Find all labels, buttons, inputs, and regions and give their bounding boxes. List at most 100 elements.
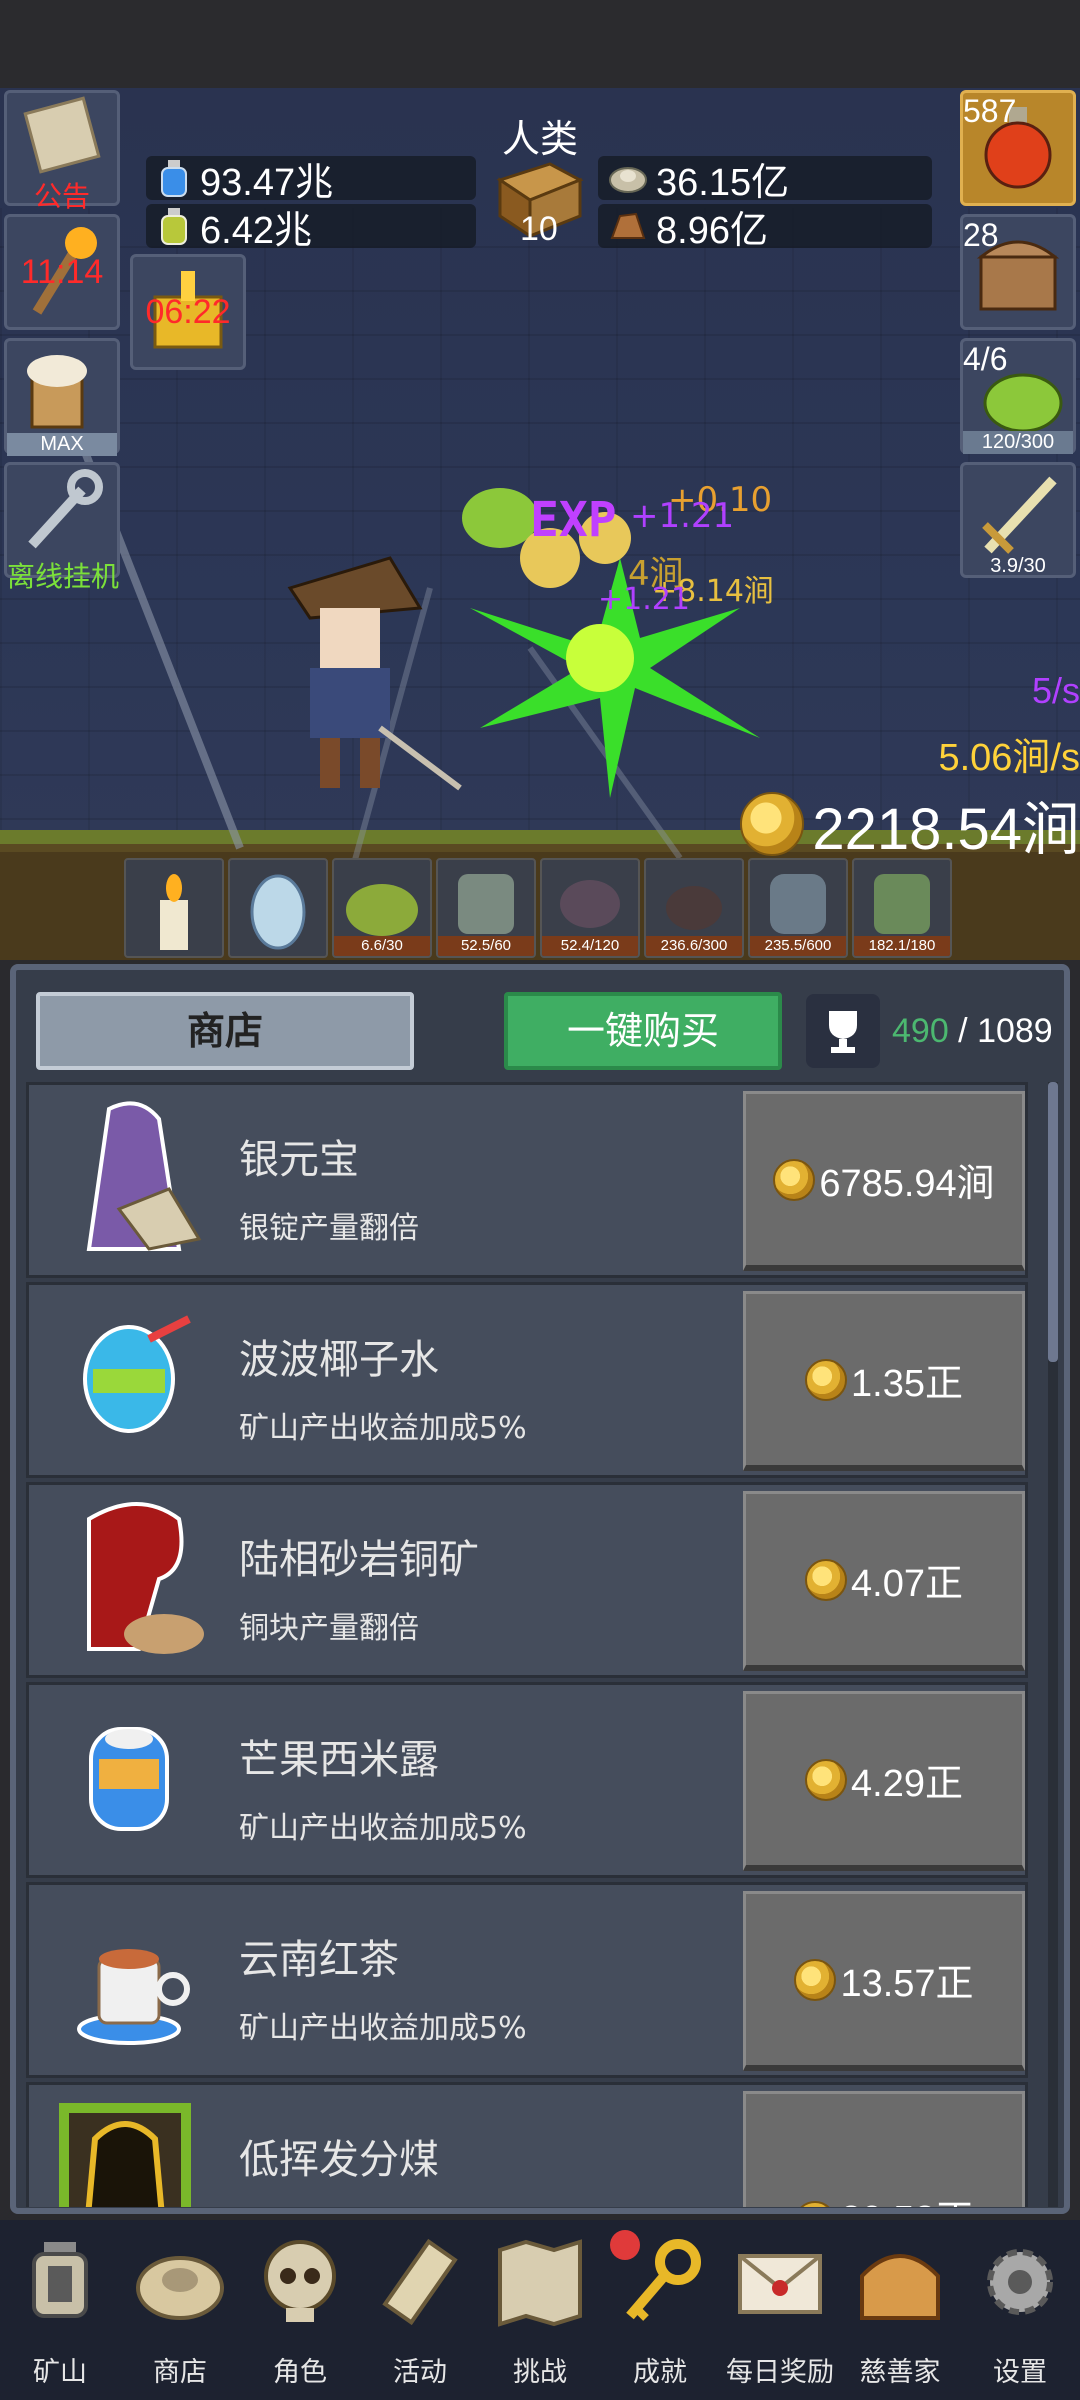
sword-button[interactable]: 3.9/30 xyxy=(960,462,1076,578)
system-status-bar xyxy=(0,0,1080,88)
gold-rate: 5.06涧/s xyxy=(938,737,1080,779)
exp-label: EXP xyxy=(530,492,617,548)
coin-icon xyxy=(805,1558,848,1601)
zombie-hp: 52.5/60 xyxy=(438,936,534,956)
slime-button[interactable]: 4/6 120/300 xyxy=(960,338,1076,454)
torch-button[interactable]: 11:14 xyxy=(4,214,120,330)
book-button[interactable]: 10 xyxy=(490,160,586,250)
bottom-nav: 矿山 商店 角色 活动 挑战 成就 每日奖励 慈善家 设置 xyxy=(0,2220,1080,2400)
gold-total-value: 2218.54涧 xyxy=(812,797,1080,862)
sword-icon xyxy=(982,476,1057,554)
ghost-hp: 235.5/600 xyxy=(750,936,846,956)
nav-label: 慈善家 xyxy=(859,2357,941,2388)
offline-button[interactable]: 离线挂机 xyxy=(4,462,120,592)
shop-tab[interactable]: 商店 xyxy=(36,992,414,1070)
notice-button[interactable]: 公告 xyxy=(4,90,120,212)
nav-challenge[interactable]: 挑战 xyxy=(480,2226,600,2396)
shop-item-list[interactable]: 银元宝 银锭产量翻倍 6785.94涧 波波椰子水 矿山产出收益加成5% 1.3… xyxy=(26,1082,1048,2207)
item-name: 云南红茶 xyxy=(239,1937,399,1983)
blue-potion-stat: 93.47兆 xyxy=(146,156,476,204)
shop-item-coconut-water: 波波椰子水 矿山产出收益加成5% 1.35正 xyxy=(26,1282,1028,1478)
chest-count: 28 xyxy=(963,217,999,253)
buy-button[interactable]: 1.35正 xyxy=(743,1291,1025,1471)
silver-value: 36.15亿 xyxy=(656,161,790,204)
potion-button[interactable]: 587 xyxy=(960,90,1076,206)
trophy-total: 1089 xyxy=(977,1011,1053,1050)
buy-button[interactable]: 13.57正 xyxy=(743,1891,1025,2071)
offline-label: 离线挂机 xyxy=(7,561,120,592)
bread-icon xyxy=(860,2254,940,2320)
nav-settings[interactable]: 设置 xyxy=(960,2226,1080,2396)
gold-chest-button[interactable]: 06:22 xyxy=(130,254,246,370)
nav-character[interactable]: 角色 xyxy=(240,2226,360,2396)
enemy-slot-bat[interactable]: 52.4/120 xyxy=(540,858,640,958)
nav-daily-reward[interactable]: 每日奖励 xyxy=(720,2226,840,2396)
ore-value: 8.96亿 xyxy=(656,209,768,252)
nav-events[interactable]: 活动 xyxy=(360,2226,480,2396)
nav-label: 活动 xyxy=(393,2357,447,2388)
slime-enemy-icon xyxy=(346,884,418,936)
orc-icon xyxy=(874,874,930,934)
bat-icon xyxy=(560,880,620,928)
green-potion-value: 6.42兆 xyxy=(200,209,312,252)
scroll-icon xyxy=(382,2238,458,2326)
spider-icon xyxy=(666,886,722,930)
enemy-slot-orc[interactable]: 182.1/180 xyxy=(852,858,952,958)
buy-all-button[interactable]: 一键购买 xyxy=(504,992,782,1070)
slime-progress: 120/300 xyxy=(963,431,1073,454)
ore-icon xyxy=(136,2256,224,2320)
enemy-slot-zombie[interactable]: 52.5/60 xyxy=(436,858,536,958)
skull-icon xyxy=(264,2240,336,2322)
float-text-5: +1.21 xyxy=(598,582,690,617)
enemy-slot-ghost[interactable]: 235.5/600 xyxy=(748,858,848,958)
shop-item-mango-sago: 芒果西米露 矿山产出收益加成5% 4.29正 xyxy=(26,1682,1028,1878)
nav-philanthropist[interactable]: 慈善家 xyxy=(840,2226,960,2396)
game-scene[interactable]: 人类 93.47兆 6.42兆 36.15亿 8.96亿 10 公告 11:14… xyxy=(0,88,1080,960)
torch-timer: 11:14 xyxy=(20,253,104,291)
book-level: 10 xyxy=(520,210,558,248)
enemy-slot-candle[interactable] xyxy=(124,858,224,958)
trophy-icon-wrap xyxy=(806,994,880,1068)
shop-scrollbar[interactable] xyxy=(1048,1082,1058,2207)
shop-panel: 商店 一键购买 490 / 1089 银元宝 银锭产量翻倍 6785.94涧 波… xyxy=(10,964,1070,2214)
ghost-icon xyxy=(770,874,826,934)
nav-label: 矿山 xyxy=(33,2357,87,2388)
slime-count: 4/6 xyxy=(963,341,1008,377)
shop-item-yunnan-tea: 云南红茶 矿山产出收益加成5% 13.57正 xyxy=(26,1882,1028,2078)
nav-label: 设置 xyxy=(993,2357,1047,2388)
scroll-thumb[interactable] xyxy=(1048,1082,1058,1362)
buy-button[interactable]: 4.29正 xyxy=(743,1691,1025,1871)
item-desc: 矿山产出收益加成5% xyxy=(239,1411,527,1446)
envelope-icon xyxy=(738,2254,822,2314)
silver-ingot-icon xyxy=(86,1101,202,1251)
enemy-slot-egg[interactable] xyxy=(228,858,328,958)
enemy-slot-spider[interactable]: 236.6/300 xyxy=(644,858,744,958)
buy-button[interactable]: 4.07正 xyxy=(743,1491,1025,1671)
trophy-current: 490 xyxy=(892,1011,949,1050)
notice-label: 公告 xyxy=(33,181,90,212)
green-potion-stat: 6.42兆 xyxy=(146,204,476,252)
chest-button[interactable]: 28 xyxy=(960,214,1076,330)
item-desc: 铜块产量翻倍 xyxy=(239,1611,419,1646)
orc-hp: 182.1/180 xyxy=(854,936,950,956)
buy-button[interactable]: 6785.94涧 xyxy=(743,1091,1025,1271)
item-name: 银元宝 xyxy=(239,1137,359,1183)
item-desc: 矿山产出收益加成5% xyxy=(239,1811,527,1846)
enemy-slot-slime[interactable]: 6.6/30 xyxy=(332,858,432,958)
coin-icon xyxy=(794,2201,837,2207)
nav-mine[interactable]: 矿山 xyxy=(0,2226,120,2396)
item-price: 4.29正 xyxy=(851,1763,963,1805)
nav-shop[interactable]: 商店 xyxy=(120,2226,240,2396)
trophy-progress[interactable]: 490 / 1089 xyxy=(806,992,1058,1070)
potion-count: 587 xyxy=(963,93,1017,129)
buy-button[interactable]: 29.58正 xyxy=(743,2091,1025,2207)
coin-icon xyxy=(805,1358,848,1401)
coin-icon xyxy=(773,1158,816,1201)
trophy-separator: / xyxy=(948,1011,978,1050)
item-name: 低挥发分煤 xyxy=(239,2137,439,2183)
bat-hp: 52.4/120 xyxy=(542,936,638,956)
beer-button[interactable]: MAX xyxy=(4,338,120,456)
gear-icon xyxy=(987,2249,1053,2315)
tea-cup-icon xyxy=(77,1949,190,2045)
map-icon xyxy=(498,2239,582,2327)
